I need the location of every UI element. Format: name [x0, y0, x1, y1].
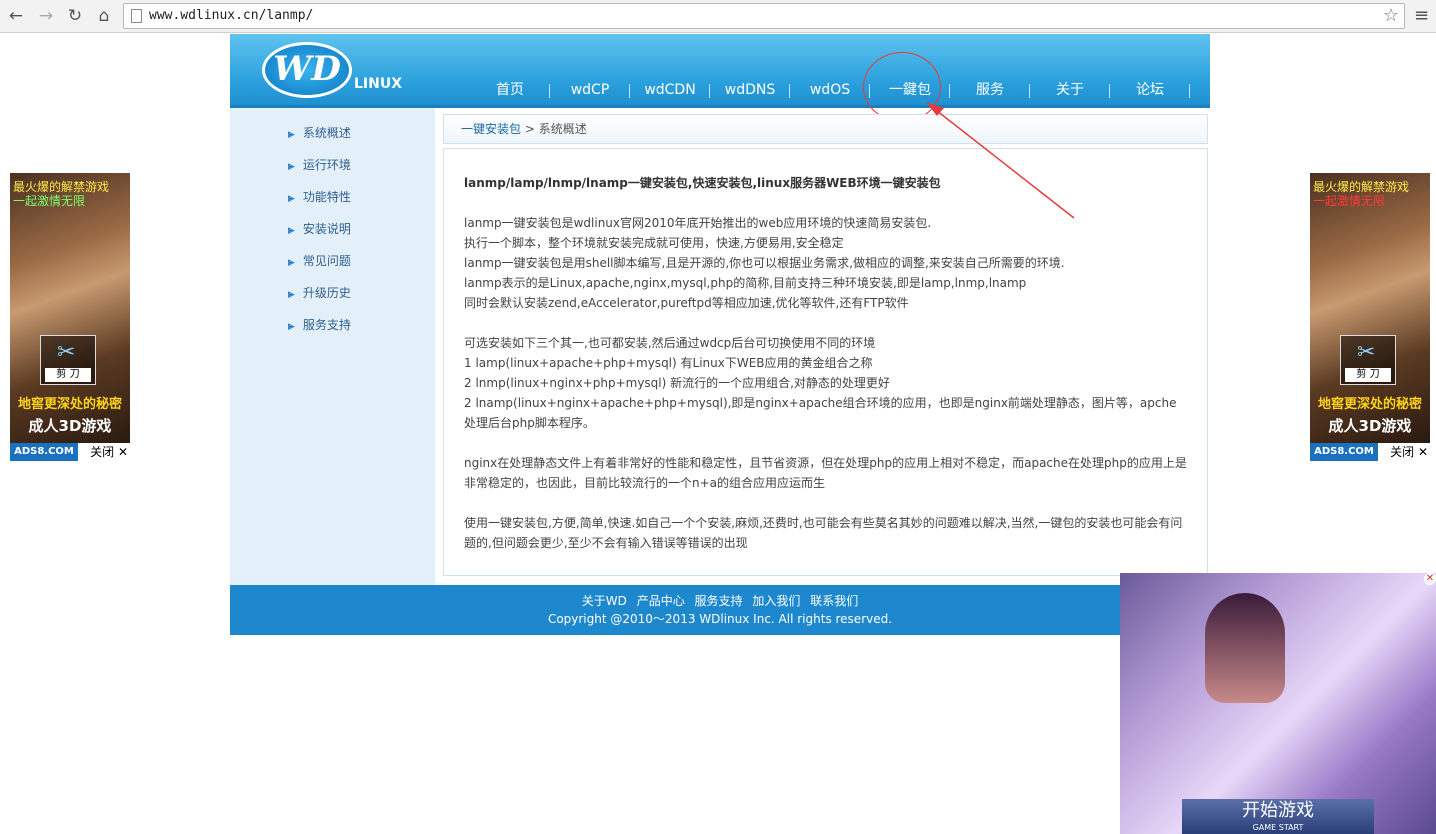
nav-wdos[interactable]: wdOS: [790, 79, 870, 101]
ad-brand[interactable]: ADS8.COM: [10, 443, 78, 461]
sidebar-item-faq[interactable]: ▶ 常见问题: [288, 251, 351, 271]
site-footer: 关于WD 产品中心 服务支持 加入我们 联系我们 Copyright @2010…: [230, 585, 1210, 635]
scissors-label: 剪 刀: [45, 368, 91, 382]
content-line: 1 lamp(linux+apache+php+mysql) 有Linux下WE…: [464, 356, 873, 370]
ad-image[interactable]: 最火爆的解禁游戏 一起激情无限 ✂ 剪 刀 地窖更深处的秘密 成人3D游戏: [10, 173, 130, 443]
content-line: 同时会默认安装zend,eAccelerator,pureftpd等相应加速,优…: [464, 296, 909, 310]
content-line: 可选安装如下三个其一,也可都安装,然后通过wdcp后台可切换使用不同的环境: [464, 336, 876, 350]
breadcrumb-separator: >: [524, 122, 535, 136]
ad-close-button[interactable]: 关闭 ✕: [1390, 443, 1428, 461]
nav-wdcdn[interactable]: wdCDN: [630, 79, 710, 101]
ad-character-image: [1205, 593, 1285, 703]
ad-tagline: 地窖更深处的秘密: [1317, 397, 1422, 412]
sidebar-item-support[interactable]: ▶ 服务支持: [288, 315, 351, 335]
sidebar-item-environment[interactable]: ▶ 运行环境: [288, 155, 351, 175]
content-line: lanmp一键安装包是wdlinux官网2010年底开始推出的web应用环境的快…: [464, 216, 932, 230]
logo-suffix: LINUX: [354, 76, 403, 92]
page-icon: [131, 9, 142, 23]
sidebar-item-overview[interactable]: ▶ 系统概述: [288, 123, 351, 143]
ad-subline: 一起激情无限: [13, 194, 86, 208]
breadcrumb-link[interactable]: 一键安装包: [461, 122, 521, 136]
browser-toolbar: ← → ↻ ⌂ www.wdlinux.cn/lanmp/ ☆ ≡: [0, 0, 1436, 33]
ad-title: 成人3D游戏: [1328, 417, 1412, 435]
address-bar[interactable]: www.wdlinux.cn/lanmp/ ☆: [123, 3, 1405, 29]
site-logo[interactable]: WD: [262, 42, 352, 98]
breadcrumb: 一键安装包 > 系统概述: [443, 114, 1208, 144]
sidebar-item-install[interactable]: ▶ 安装说明: [288, 219, 351, 239]
footer-copyright: Copyright @2010～2013 WDlinux Inc. All ri…: [547, 612, 893, 626]
video-ad[interactable]: 开始游戏 GAME START ✕: [1120, 573, 1436, 834]
nav-wdcp[interactable]: wdCP: [550, 79, 630, 101]
ad-subline: 一起激情无限: [1313, 194, 1386, 208]
reload-icon[interactable]: ↻: [64, 5, 86, 27]
triangle-icon: ▶: [288, 130, 295, 140]
back-icon[interactable]: ←: [5, 5, 27, 27]
start-game-label: 开始游戏: [1242, 800, 1314, 821]
triangle-icon: ▶: [288, 290, 295, 300]
triangle-icon: ▶: [288, 322, 295, 332]
ad-footer-bar: ADS8.COM 关闭 ✕: [1310, 443, 1430, 461]
scissors-icon: ✂: [1357, 340, 1376, 365]
content-line: lanmp一键安装包是用shell脚本编写,且是开源的,你也可以根据业务需求,做…: [464, 256, 1065, 270]
main-nav: 首页 wdCP wdCDN wdDNS wdOS 一鍵包 服务 关于 论坛: [470, 79, 1190, 101]
content-line: 2 lnmp(linux+nginx+php+mysql) 新流行的一个应用组合…: [464, 376, 890, 390]
nav-forum[interactable]: 论坛: [1110, 79, 1190, 101]
scissors-badge: ✂ 剪 刀: [40, 335, 96, 385]
menu-icon[interactable]: ≡: [1414, 5, 1429, 26]
content-line: lanmp表示的是Linux,apache,nginx,mysql,php的简称…: [464, 276, 1027, 290]
bookmark-star-icon[interactable]: ☆: [1383, 5, 1399, 26]
left-side-ad[interactable]: 最火爆的解禁游戏 一起激情无限 ✂ 剪 刀 地窖更深处的秘密 成人3D游戏 AD…: [10, 173, 130, 461]
footer-link-support[interactable]: 服务支持: [695, 594, 743, 608]
ad-tagline: 地窖更深处的秘密: [17, 397, 122, 412]
content-line: 执行一个脚本，整个环境就安装完成就可使用，快速,方便易用,安全稳定: [464, 236, 844, 250]
nav-about[interactable]: 关于: [1030, 79, 1110, 101]
forward-icon[interactable]: →: [35, 5, 57, 27]
scissors-label: 剪 刀: [1345, 368, 1391, 382]
ad-footer-bar: ADS8.COM 关闭 ✕: [10, 443, 130, 461]
ad-title: 成人3D游戏: [28, 417, 112, 435]
ad-brand[interactable]: ADS8.COM: [1310, 443, 1378, 461]
triangle-icon: ▶: [288, 162, 295, 172]
breadcrumb-current: 系统概述: [538, 122, 587, 136]
nav-services[interactable]: 服务: [950, 79, 1030, 101]
footer-link-contact[interactable]: 联系我们: [810, 594, 858, 608]
footer-link-products[interactable]: 产品中心: [637, 594, 685, 608]
scissors-badge: ✂ 剪 刀: [1340, 335, 1396, 385]
nav-wddns[interactable]: wdDNS: [710, 79, 790, 101]
page-body: ▶ 系统概述 ▶ 运行环境 ▶ 功能特性 ▶ 安装说明 ▶ 常见问题 ▶ 升级历史 ▶ 服务支…: [230, 108, 1210, 585]
ad-close-button[interactable]: 关闭 ✕: [90, 443, 128, 461]
sidebar: ▶ 系统概述 ▶ 运行环境 ▶ 功能特性 ▶ 安装说明 ▶ 常见问题 ▶ 升级历史 ▶ 服务支…: [230, 108, 435, 585]
site-container: WD LINUX 首页 wdCP wdCDN wdDNS wdOS 一鍵包 服务…: [230, 34, 1210, 585]
content-title: lanmp/lamp/lnmp/lnamp一键安装包,快速安装包,linux服务…: [464, 176, 941, 190]
ad-image[interactable]: 最火爆的解禁游戏 一起激情无限 ✂ 剪 刀 地窖更深处的秘密 成人3D游戏: [1310, 173, 1430, 443]
start-game-sublabel: GAME START: [1252, 823, 1304, 832]
triangle-icon: ▶: [288, 258, 295, 268]
nav-home[interactable]: 首页: [470, 79, 550, 101]
footer-link-join[interactable]: 加入我们: [752, 594, 800, 608]
sidebar-item-history[interactable]: ▶ 升级历史: [288, 283, 351, 303]
scissors-icon: ✂: [57, 340, 76, 365]
video-ad-close-icon[interactable]: ✕: [1424, 573, 1436, 585]
content-line: 2 lnamp(linux+nginx+apache+php+mysql),即是…: [464, 396, 1177, 430]
content-paragraph: 使用一键安装包,方便,简单,快速.如自己一个个安装,麻烦,还费时,也可能会有些莫…: [464, 516, 1183, 550]
right-side-ad[interactable]: 最火爆的解禁游戏 一起激情无限 ✂ 剪 刀 地窖更深处的秘密 成人3D游戏 AD…: [1310, 173, 1430, 461]
footer-link-about[interactable]: 关于WD: [582, 594, 627, 608]
triangle-icon: ▶: [288, 226, 295, 236]
start-game-button[interactable]: 开始游戏 GAME START: [1182, 799, 1374, 834]
sidebar-item-features[interactable]: ▶ 功能特性: [288, 187, 351, 207]
content-panel: lanmp/lamp/lnmp/lnamp一键安装包,快速安装包,linux服务…: [443, 148, 1208, 576]
url-text[interactable]: www.wdlinux.cn/lanmp/: [149, 8, 313, 23]
triangle-icon: ▶: [288, 194, 295, 204]
home-icon[interactable]: ⌂: [93, 5, 115, 27]
site-header: WD LINUX 首页 wdCP wdCDN wdDNS wdOS 一鍵包 服务…: [230, 34, 1210, 122]
content-paragraph: nginx在处理静态文件上有着非常好的性能和稳定性，且节省资源，但在处理php的…: [464, 456, 1187, 490]
